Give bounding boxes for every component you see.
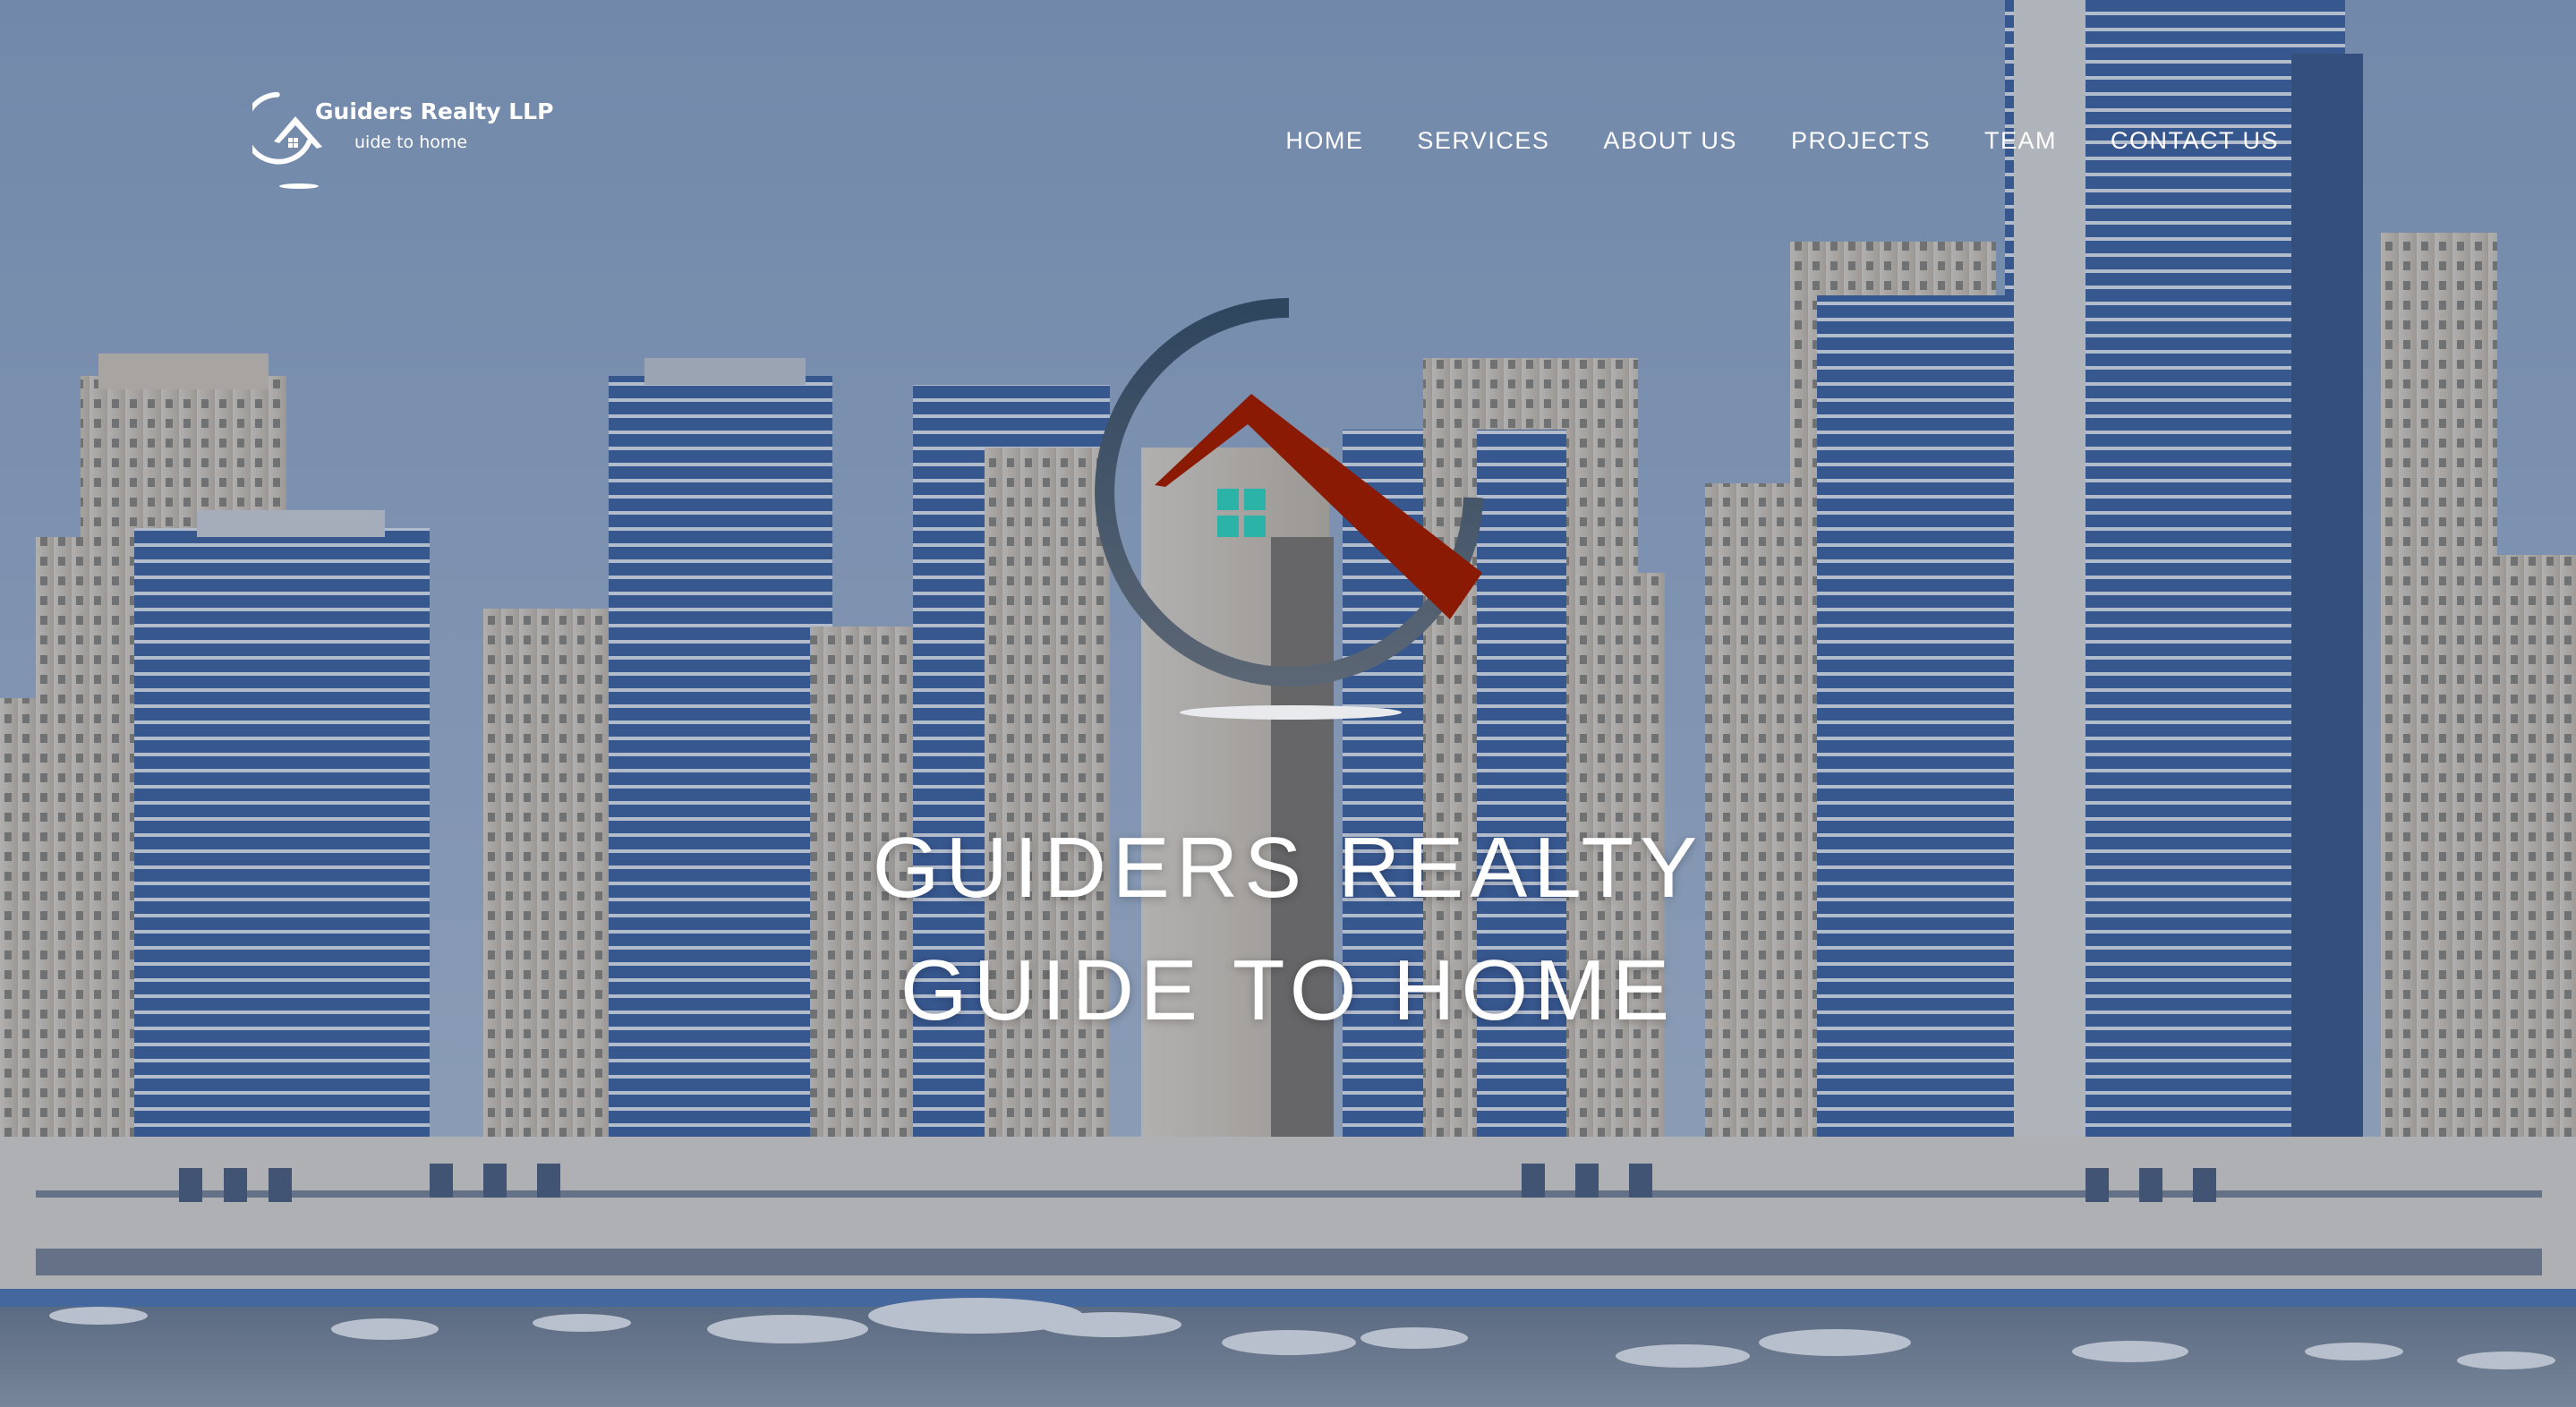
- brand-name: Guiders Realty LLP: [315, 98, 554, 124]
- nav-home[interactable]: HOME: [1258, 127, 1390, 155]
- nav-team[interactable]: TEAM: [1958, 127, 2084, 155]
- hero-title-line1: GUIDERS REALTY: [872, 820, 1704, 916]
- brand-tagline: uide to home: [354, 132, 468, 152]
- brand-logo[interactable]: Guiders Realty LLP uide to home: [252, 90, 575, 197]
- house-in-circle-logo: [1095, 298, 1483, 720]
- brand-house-icon: [252, 91, 322, 189]
- nav-projects[interactable]: PROJECTS: [1764, 127, 1958, 155]
- nav-about-us[interactable]: ABOUT US: [1576, 127, 1764, 155]
- hero-title-line2: GUIDE TO HOME: [900, 942, 1676, 1038]
- nav-contact-us[interactable]: CONTACT US: [2084, 127, 2279, 155]
- main-nav: HOME SERVICES ABOUT US PROJECTS TEAM CON…: [1258, 127, 2279, 155]
- nav-services[interactable]: SERVICES: [1390, 127, 1576, 155]
